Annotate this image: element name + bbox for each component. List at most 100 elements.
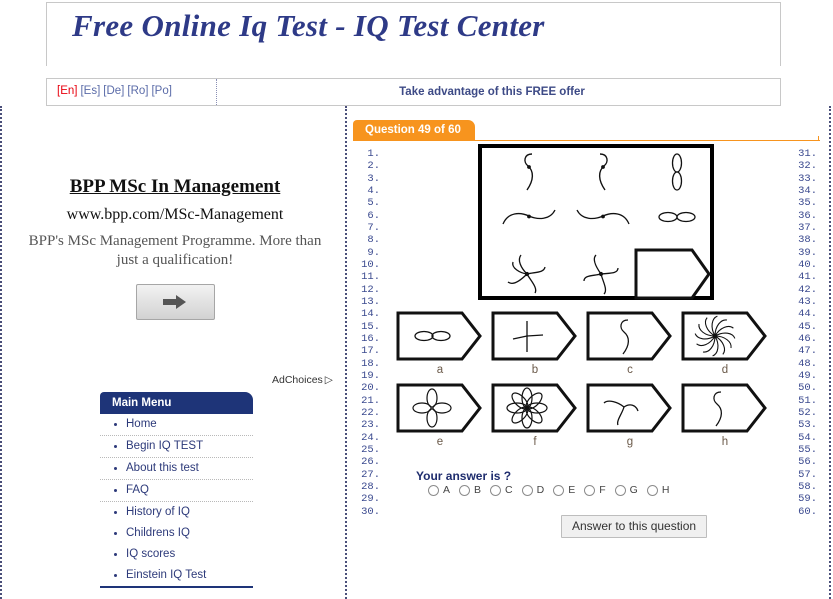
question-number-20[interactable]: 20. [358,382,380,394]
option-tile-g[interactable]: g [586,383,674,448]
option-tile-h[interactable]: h [681,383,769,448]
menu-item-faq[interactable]: FAQ [100,480,253,502]
menu-item-iq-scores[interactable]: IQ scores [100,544,253,565]
language-link-en[interactable]: [En] [57,85,77,97]
question-number-39[interactable]: 39. [795,247,817,259]
option-tile-e[interactable]: e [396,383,484,448]
menu-item-childrens-iq[interactable]: Childrens IQ [100,523,253,544]
question-number-32[interactable]: 32. [795,160,817,172]
option-tile-a[interactable]: a [396,311,484,376]
ad-cta-button[interactable] [135,284,215,320]
question-number-41[interactable]: 41. [795,271,817,283]
question-number-40[interactable]: 40. [795,259,817,271]
menu-item-einstein-iq-test[interactable]: Einstein IQ Test [100,565,253,588]
question-number-52[interactable]: 52. [795,407,817,419]
question-number-47[interactable]: 47. [795,345,817,357]
question-number-49[interactable]: 49. [795,370,817,382]
question-number-24[interactable]: 24. [358,432,380,444]
question-number-13[interactable]: 13. [358,296,380,308]
option-tile-b[interactable]: b [491,311,579,376]
question-number-43[interactable]: 43. [795,296,817,308]
radio-f[interactable] [584,484,596,496]
question-number-42[interactable]: 42. [795,284,817,296]
question-number-29[interactable]: 29. [358,493,380,505]
menu-item-history-of-iq[interactable]: History of IQ [100,502,253,523]
question-number-14[interactable]: 14. [358,308,380,320]
question-number-5[interactable]: 5. [358,197,380,209]
answer-option-b[interactable]: B [459,484,481,496]
question-number-34[interactable]: 34. [795,185,817,197]
question-number-50[interactable]: 50. [795,382,817,394]
question-number-12[interactable]: 12. [358,284,380,296]
question-number-58[interactable]: 58. [795,481,817,493]
question-number-36[interactable]: 36. [795,210,817,222]
answer-option-c[interactable]: C [490,484,513,496]
question-number-45[interactable]: 45. [795,321,817,333]
question-number-30[interactable]: 30. [358,506,380,518]
question-number-44[interactable]: 44. [795,308,817,320]
question-number-4[interactable]: 4. [358,185,380,197]
radio-c[interactable] [490,484,502,496]
question-number-54[interactable]: 54. [795,432,817,444]
answer-option-h[interactable]: H [646,484,669,496]
question-number-8[interactable]: 8. [358,234,380,246]
option-tile-c[interactable]: c [586,311,674,376]
question-number-33[interactable]: 33. [795,173,817,185]
answer-option-f[interactable]: F [584,484,606,496]
question-number-2[interactable]: 2. [358,160,380,172]
advertisement[interactable]: BPP MSc In Management www.bpp.com/MSc-Ma… [6,176,344,320]
language-link-po[interactable]: [Po] [151,85,171,97]
question-number-15[interactable]: 15. [358,321,380,333]
language-link-es[interactable]: [Es] [80,85,100,97]
radio-h[interactable] [646,484,658,496]
question-number-57[interactable]: 57. [795,469,817,481]
answer-option-e[interactable]: E [553,484,575,496]
question-number-17[interactable]: 17. [358,345,380,357]
question-number-6[interactable]: 6. [358,210,380,222]
question-number-23[interactable]: 23. [358,419,380,431]
question-number-27[interactable]: 27. [358,469,380,481]
question-number-31[interactable]: 31. [795,148,817,160]
language-link-ro[interactable]: [Ro] [127,85,148,97]
question-number-56[interactable]: 56. [795,456,817,468]
ad-title-link[interactable]: BPP MSc In Management [6,176,344,198]
question-number-7[interactable]: 7. [358,222,380,234]
radio-e[interactable] [553,484,565,496]
question-number-28[interactable]: 28. [358,481,380,493]
question-number-59[interactable]: 59. [795,493,817,505]
question-number-10[interactable]: 10. [358,259,380,271]
question-number-1[interactable]: 1. [358,148,380,160]
question-number-25[interactable]: 25. [358,444,380,456]
question-number-48[interactable]: 48. [795,358,817,370]
question-number-19[interactable]: 19. [358,370,380,382]
radio-d[interactable] [521,484,533,496]
question-number-53[interactable]: 53. [795,419,817,431]
question-number-46[interactable]: 46. [795,333,817,345]
submit-answer-button[interactable]: Answer to this question [561,515,708,538]
answer-option-d[interactable]: D [521,484,544,496]
menu-item-begin-iq-test[interactable]: Begin IQ TEST [100,436,253,458]
question-number-55[interactable]: 55. [795,444,817,456]
question-number-16[interactable]: 16. [358,333,380,345]
option-tile-f[interactable]: f [491,383,579,448]
question-number-37[interactable]: 37. [795,222,817,234]
language-link-de[interactable]: [De] [103,85,124,97]
radio-a[interactable] [428,484,439,496]
question-number-9[interactable]: 9. [358,247,380,259]
question-number-51[interactable]: 51. [795,395,817,407]
adchoices-label[interactable]: AdChoices ▷ [272,374,333,386]
radio-g[interactable] [614,484,626,496]
question-number-35[interactable]: 35. [795,197,817,209]
question-number-60[interactable]: 60. [795,506,817,518]
menu-item-home[interactable]: Home [100,414,253,436]
question-number-26[interactable]: 26. [358,456,380,468]
question-number-22[interactable]: 22. [358,407,380,419]
option-tile-d[interactable]: d [681,311,769,376]
question-number-38[interactable]: 38. [795,234,817,246]
question-number-21[interactable]: 21. [358,395,380,407]
answer-option-g[interactable]: G [614,484,638,496]
radio-b[interactable] [459,484,471,496]
answer-option-a[interactable]: A [428,484,450,496]
question-number-18[interactable]: 18. [358,358,380,370]
menu-item-about-this-test[interactable]: About this test [100,458,253,480]
